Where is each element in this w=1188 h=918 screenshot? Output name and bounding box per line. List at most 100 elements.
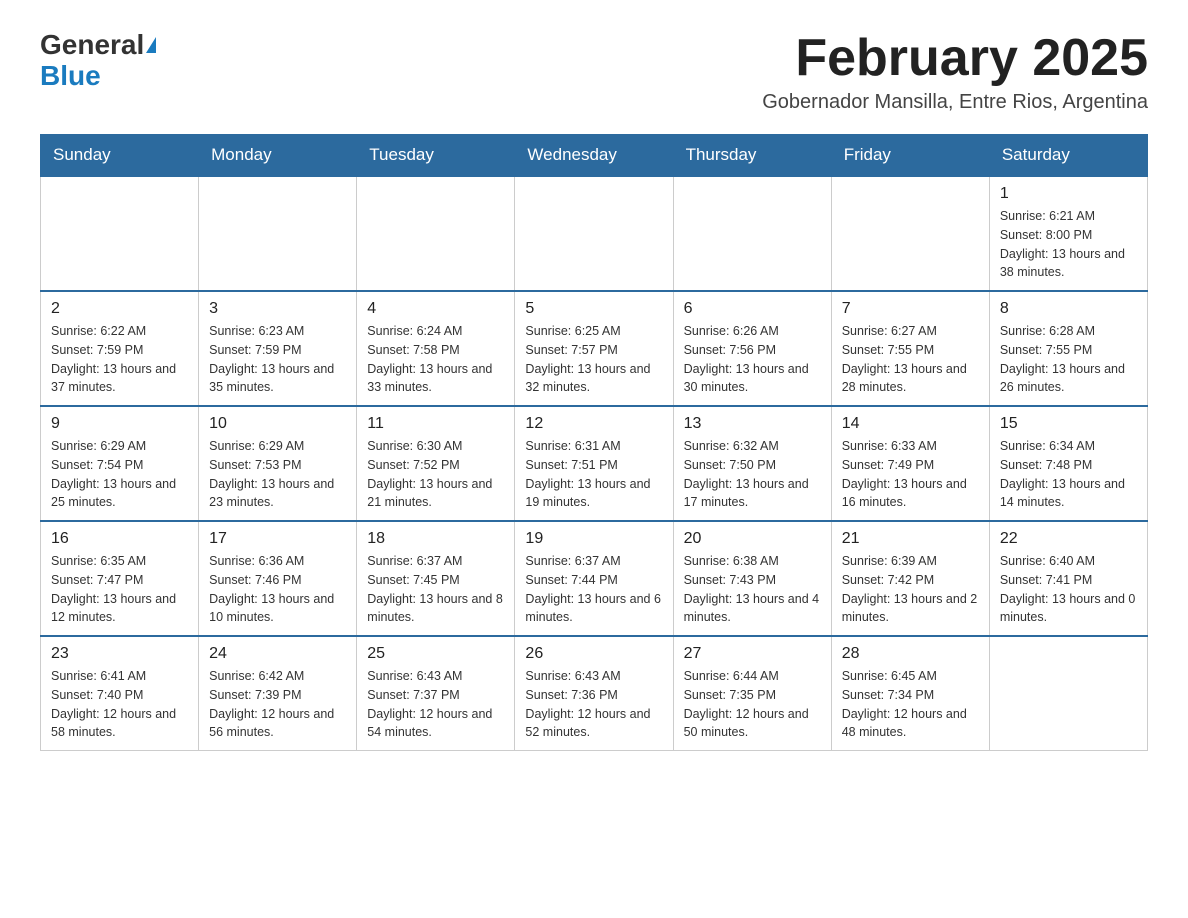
day-number: 6 xyxy=(684,300,821,318)
day-number: 8 xyxy=(1000,300,1137,318)
day-number: 19 xyxy=(525,530,662,548)
calendar-cell: 17 Sunrise: 6:36 AMSunset: 7:46 PMDayligh… xyxy=(199,521,357,636)
calendar-cell: 10 Sunrise: 6:29 AMSunset: 7:53 PMDayligh… xyxy=(199,406,357,521)
day-number: 4 xyxy=(367,300,504,318)
calendar-cell: 14 Sunrise: 6:33 AMSunset: 7:49 PMDayligh… xyxy=(831,406,989,521)
calendar-cell: 5 Sunrise: 6:25 AMSunset: 7:57 PMDaylight… xyxy=(515,291,673,406)
calendar-cell xyxy=(989,636,1147,751)
calendar-cell xyxy=(515,176,673,291)
calendar-cell: 26 Sunrise: 6:43 AMSunset: 7:36 PMDayligh… xyxy=(515,636,673,751)
calendar-cell xyxy=(357,176,515,291)
day-number: 2 xyxy=(51,300,188,318)
day-number: 12 xyxy=(525,415,662,433)
day-number: 9 xyxy=(51,415,188,433)
day-info: Sunrise: 6:29 AMSunset: 7:54 PMDaylight:… xyxy=(51,437,188,512)
calendar-cell: 21Sunrise: 6:39 AMSunset: 7:42 PMDayligh… xyxy=(831,521,989,636)
day-number: 16 xyxy=(51,530,188,548)
header-sunday: Sunday xyxy=(41,135,199,177)
calendar-cell: 18 Sunrise: 6:37 AMSunset: 7:45 PMDayligh… xyxy=(357,521,515,636)
day-info: Sunrise: 6:25 AMSunset: 7:57 PMDaylight:… xyxy=(525,322,662,397)
header-thursday: Thursday xyxy=(673,135,831,177)
day-info: Sunrise: 6:35 AMSunset: 7:47 PMDaylight:… xyxy=(51,552,188,627)
calendar-cell xyxy=(831,176,989,291)
header-monday: Monday xyxy=(199,135,357,177)
day-number: 1 xyxy=(1000,185,1137,203)
logo-general: General xyxy=(40,30,144,61)
calendar-cell: 25Sunrise: 6:43 AMSunset: 7:37 PMDayligh… xyxy=(357,636,515,751)
calendar-cell: 27Sunrise: 6:44 AMSunset: 7:35 PMDayligh… xyxy=(673,636,831,751)
day-info: Sunrise: 6:40 AMSunset: 7:41 PMDaylight:… xyxy=(1000,552,1137,627)
calendar-cell: 19 Sunrise: 6:37 AMSunset: 7:44 PMDayligh… xyxy=(515,521,673,636)
day-number: 20 xyxy=(684,530,821,548)
day-info: Sunrise: 6:34 AMSunset: 7:48 PMDaylight:… xyxy=(1000,437,1137,512)
header-tuesday: Tuesday xyxy=(357,135,515,177)
calendar-cell: 3Sunrise: 6:23 AMSunset: 7:59 PMDaylight… xyxy=(199,291,357,406)
calendar-cell: 4 Sunrise: 6:24 AMSunset: 7:58 PMDaylight… xyxy=(357,291,515,406)
day-number: 13 xyxy=(684,415,821,433)
day-info: Sunrise: 6:32 AMSunset: 7:50 PMDaylight:… xyxy=(684,437,821,512)
calendar-cell: 20 Sunrise: 6:38 AMSunset: 7:43 PMDayligh… xyxy=(673,521,831,636)
day-info: Sunrise: 6:30 AMSunset: 7:52 PMDaylight:… xyxy=(367,437,504,512)
month-title: February 2025 xyxy=(762,30,1148,87)
calendar-week-row: 23Sunrise: 6:41 AMSunset: 7:40 PMDayligh… xyxy=(41,636,1148,751)
calendar-cell: 13 Sunrise: 6:32 AMSunset: 7:50 PMDayligh… xyxy=(673,406,831,521)
calendar-cell: 12Sunrise: 6:31 AMSunset: 7:51 PMDayligh… xyxy=(515,406,673,521)
day-number: 24 xyxy=(209,645,346,663)
day-info: Sunrise: 6:21 AMSunset: 8:00 PMDaylight:… xyxy=(1000,207,1137,282)
day-info: Sunrise: 6:37 AMSunset: 7:44 PMDaylight:… xyxy=(525,552,662,627)
calendar-cell xyxy=(199,176,357,291)
day-number: 7 xyxy=(842,300,979,318)
header-friday: Friday xyxy=(831,135,989,177)
calendar-header-row: SundayMondayTuesdayWednesdayThursdayFrid… xyxy=(41,135,1148,177)
day-info: Sunrise: 6:26 AMSunset: 7:56 PMDaylight:… xyxy=(684,322,821,397)
logo-blue: Blue xyxy=(40,60,101,91)
day-info: Sunrise: 6:22 AMSunset: 7:59 PMDaylight:… xyxy=(51,322,188,397)
day-info: Sunrise: 6:41 AMSunset: 7:40 PMDaylight:… xyxy=(51,667,188,742)
day-number: 22 xyxy=(1000,530,1137,548)
day-info: Sunrise: 6:43 AMSunset: 7:37 PMDaylight:… xyxy=(367,667,504,742)
logo: General Blue xyxy=(40,30,156,92)
calendar-cell: 2 Sunrise: 6:22 AMSunset: 7:59 PMDaylight… xyxy=(41,291,199,406)
day-number: 15 xyxy=(1000,415,1137,433)
calendar-cell: 6 Sunrise: 6:26 AMSunset: 7:56 PMDaylight… xyxy=(673,291,831,406)
day-info: Sunrise: 6:37 AMSunset: 7:45 PMDaylight:… xyxy=(367,552,504,627)
day-info: Sunrise: 6:29 AMSunset: 7:53 PMDaylight:… xyxy=(209,437,346,512)
day-number: 10 xyxy=(209,415,346,433)
calendar-cell: 22 Sunrise: 6:40 AMSunset: 7:41 PMDayligh… xyxy=(989,521,1147,636)
day-info: Sunrise: 6:38 AMSunset: 7:43 PMDaylight:… xyxy=(684,552,821,627)
calendar-cell xyxy=(41,176,199,291)
calendar-week-row: 16 Sunrise: 6:35 AMSunset: 7:47 PMDayligh… xyxy=(41,521,1148,636)
day-number: 5 xyxy=(525,300,662,318)
logo-triangle-icon xyxy=(146,37,156,53)
calendar-week-row: 9 Sunrise: 6:29 AMSunset: 7:54 PMDaylight… xyxy=(41,406,1148,521)
day-number: 18 xyxy=(367,530,504,548)
calendar-cell: 23Sunrise: 6:41 AMSunset: 7:40 PMDayligh… xyxy=(41,636,199,751)
day-info: Sunrise: 6:44 AMSunset: 7:35 PMDaylight:… xyxy=(684,667,821,742)
day-number: 3 xyxy=(209,300,346,318)
day-info: Sunrise: 6:28 AMSunset: 7:55 PMDaylight:… xyxy=(1000,322,1137,397)
calendar-week-row: 1 Sunrise: 6:21 AMSunset: 8:00 PMDaylight… xyxy=(41,176,1148,291)
calendar-cell: 11Sunrise: 6:30 AMSunset: 7:52 PMDayligh… xyxy=(357,406,515,521)
day-info: Sunrise: 6:24 AMSunset: 7:58 PMDaylight:… xyxy=(367,322,504,397)
day-info: Sunrise: 6:43 AMSunset: 7:36 PMDaylight:… xyxy=(525,667,662,742)
title-area: February 2025 Gobernador Mansilla, Entre… xyxy=(762,30,1148,114)
calendar-table: SundayMondayTuesdayWednesdayThursdayFrid… xyxy=(40,134,1148,751)
day-info: Sunrise: 6:45 AMSunset: 7:34 PMDaylight:… xyxy=(842,667,979,742)
day-info: Sunrise: 6:36 AMSunset: 7:46 PMDaylight:… xyxy=(209,552,346,627)
calendar-cell: 16 Sunrise: 6:35 AMSunset: 7:47 PMDayligh… xyxy=(41,521,199,636)
location-title: Gobernador Mansilla, Entre Rios, Argenti… xyxy=(762,91,1148,114)
calendar-cell: 9 Sunrise: 6:29 AMSunset: 7:54 PMDaylight… xyxy=(41,406,199,521)
day-number: 21 xyxy=(842,530,979,548)
day-number: 14 xyxy=(842,415,979,433)
calendar-cell: 28 Sunrise: 6:45 AMSunset: 7:34 PMDayligh… xyxy=(831,636,989,751)
header-wednesday: Wednesday xyxy=(515,135,673,177)
day-number: 17 xyxy=(209,530,346,548)
day-number: 28 xyxy=(842,645,979,663)
calendar-cell xyxy=(673,176,831,291)
calendar-cell: 7Sunrise: 6:27 AMSunset: 7:55 PMDaylight… xyxy=(831,291,989,406)
day-number: 26 xyxy=(525,645,662,663)
header: General Blue February 2025 Gobernador Ma… xyxy=(40,30,1148,114)
day-info: Sunrise: 6:33 AMSunset: 7:49 PMDaylight:… xyxy=(842,437,979,512)
calendar-cell: 15 Sunrise: 6:34 AMSunset: 7:48 PMDayligh… xyxy=(989,406,1147,521)
calendar-cell: 1 Sunrise: 6:21 AMSunset: 8:00 PMDaylight… xyxy=(989,176,1147,291)
